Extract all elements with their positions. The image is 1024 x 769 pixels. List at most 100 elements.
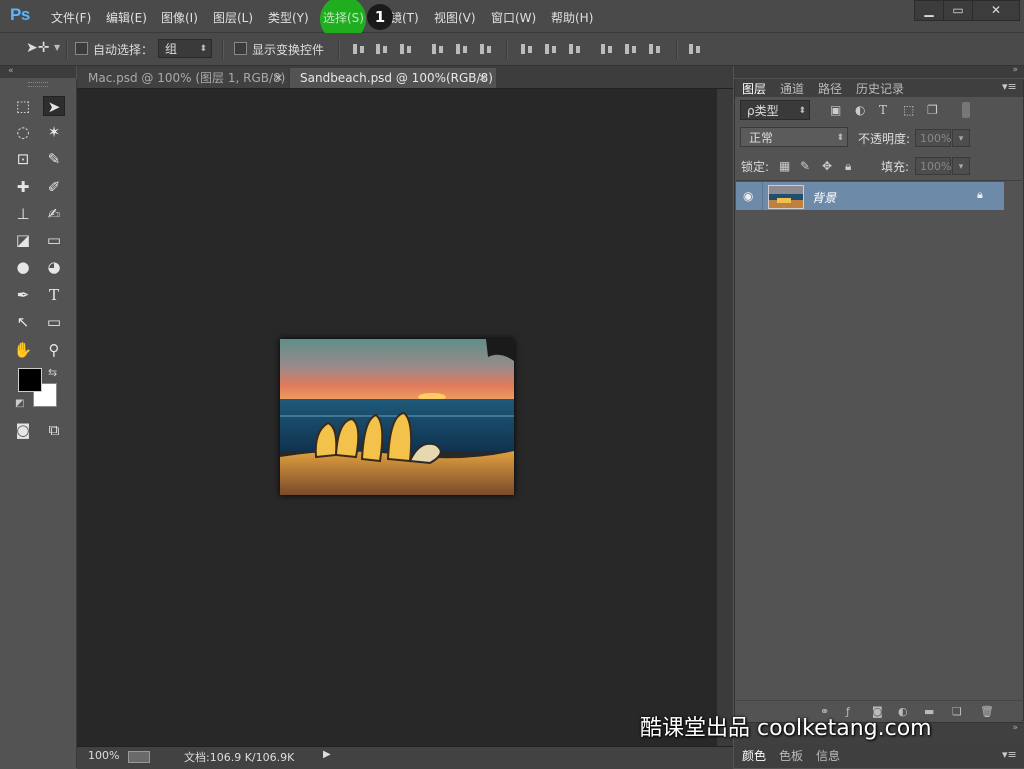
menu-image[interactable]: 图像(I) (161, 9, 198, 26)
magic-wand-icon[interactable]: ✶ (43, 122, 65, 142)
distribute-vcenter-icon[interactable] (544, 43, 558, 55)
vertical-scrollbar[interactable] (717, 89, 733, 746)
brush-icon[interactable]: ✐ (43, 177, 65, 197)
align-right-icon[interactable] (479, 43, 493, 55)
align-top-icon[interactable] (352, 43, 366, 55)
tab-paths[interactable]: 路径 (818, 80, 842, 97)
toolbar-header[interactable]: « (0, 66, 76, 78)
auto-select-dropdown[interactable]: 组 ⬍ (158, 39, 212, 58)
delete-layer-icon[interactable]: 🗑︎ (980, 705, 994, 718)
dodge-icon[interactable]: ◕ (43, 257, 65, 277)
lock-all-icon[interactable]: 🔒︎ (845, 159, 851, 174)
filter-type-icon[interactable]: T (879, 103, 887, 117)
document-image[interactable] (280, 339, 514, 495)
new-layer-icon[interactable]: ❏ (952, 705, 962, 718)
zoom-level[interactable]: 100% (88, 749, 119, 762)
tab-layers[interactable]: 图层 (742, 80, 766, 97)
menu-window[interactable]: 窗口(W) (491, 9, 536, 26)
expand-icon[interactable]: » (1012, 723, 1018, 733)
expand-icon[interactable]: » (1012, 65, 1018, 75)
path-selection-icon[interactable]: ↖ (12, 312, 34, 332)
minimize-button[interactable]: ▁ (914, 0, 944, 21)
layer-thumbnail[interactable] (768, 185, 804, 209)
menu-type[interactable]: 类型(Y) (268, 9, 309, 26)
move-icon[interactable]: ➤ (43, 96, 65, 116)
screen-mode-icon[interactable]: ⧉ (43, 420, 65, 440)
type-icon[interactable]: T (43, 285, 65, 305)
menu-view[interactable]: 视图(V) (434, 9, 476, 26)
panel-dock-header[interactable]: » (734, 65, 1024, 78)
blur-icon[interactable]: ● (12, 257, 34, 277)
tab-color[interactable]: 颜色 (742, 747, 766, 764)
panel-menu-icon[interactable]: ▾≡ (1002, 80, 1017, 93)
auto-align-icon[interactable] (688, 43, 702, 55)
menu-file[interactable]: 文件(F) (51, 9, 91, 26)
tab-channels[interactable]: 通道 (780, 80, 804, 97)
blend-mode-dropdown[interactable]: 正常 ⬍ (740, 127, 848, 147)
eyedropper-icon[interactable]: ✎ (43, 149, 65, 169)
grip-icon[interactable] (28, 82, 48, 87)
eraser-icon[interactable]: ◪ (12, 230, 34, 250)
history-brush-icon[interactable]: ✍ (43, 204, 65, 224)
rectangle-icon[interactable]: ▭ (43, 312, 65, 332)
panel-menu-icon[interactable]: ▾≡ (1002, 748, 1017, 761)
close-icon[interactable]: × (478, 68, 487, 88)
status-preview-icon[interactable] (128, 751, 150, 763)
pen-icon[interactable]: ✒ (12, 285, 34, 305)
lock-position-icon[interactable]: ✥ (822, 159, 832, 173)
distribute-right-icon[interactable] (648, 43, 662, 55)
filter-pixel-icon[interactable]: ▣ (830, 103, 841, 117)
clone-stamp-icon[interactable]: ⊥ (12, 204, 34, 224)
healing-brush-icon[interactable]: ✚ (12, 177, 34, 197)
distribute-left-icon[interactable] (600, 43, 614, 55)
opacity-field[interactable]: 100% (915, 129, 951, 147)
fill-field[interactable]: 100% (915, 157, 951, 175)
quick-mask-icon[interactable]: ◙ (12, 420, 34, 440)
filter-adjustment-icon[interactable]: ◐ (855, 103, 865, 117)
filter-toggle[interactable] (962, 102, 970, 118)
close-icon[interactable]: × (274, 68, 283, 88)
lock-pixels-icon[interactable]: ✎ (800, 159, 810, 173)
layer-kind-filter[interactable]: ρ类型 ⬍ (740, 100, 810, 120)
layer-name[interactable]: 背景 (812, 189, 836, 206)
marquee-icon[interactable]: ⬚ (12, 96, 34, 116)
lock-transparent-icon[interactable]: ▦ (779, 159, 790, 173)
crop-icon[interactable]: ⊡ (12, 149, 34, 169)
collapse-icon[interactable]: « (8, 66, 14, 76)
distribute-top-icon[interactable] (520, 43, 534, 55)
lasso-icon[interactable]: ◌ (12, 122, 34, 142)
default-colors-icon[interactable]: ◩ (15, 398, 24, 409)
status-menu-arrow-icon[interactable]: ▶ (323, 749, 331, 760)
tab-swatches[interactable]: 色板 (779, 747, 803, 764)
tab-info[interactable]: 信息 (816, 747, 840, 764)
swap-colors-icon[interactable]: ⇆ (48, 366, 57, 379)
fill-dropdown-button[interactable]: ▾ (952, 157, 970, 175)
filter-shape-icon[interactable]: ⬚ (903, 103, 914, 117)
align-hcenter-icon[interactable] (455, 43, 469, 55)
tab-sandbeach-psd[interactable]: Sandbeach.psd @ 100%(RGB/8) × (290, 68, 496, 88)
align-left-icon[interactable] (431, 43, 445, 55)
gradient-icon[interactable]: ▭ (43, 230, 65, 250)
menu-edit[interactable]: 编辑(E) (106, 9, 147, 26)
menu-select[interactable]: 选择(S) (323, 9, 364, 26)
distribute-bottom-icon[interactable] (568, 43, 582, 55)
distribute-hcenter-icon[interactable] (624, 43, 638, 55)
visibility-eye-icon[interactable]: ◉ (743, 189, 753, 203)
close-button[interactable]: ✕ (972, 0, 1020, 21)
chevron-down-icon[interactable]: ▼ (54, 43, 60, 52)
align-bottom-icon[interactable] (399, 43, 413, 55)
tab-mac-psd[interactable]: Mac.psd @ 100% (图层 1, RGB/8) × (78, 68, 288, 88)
filter-smart-object-icon[interactable]: ❐ (927, 103, 938, 117)
show-transform-checkbox[interactable] (234, 42, 247, 55)
foreground-color-swatch[interactable] (18, 368, 42, 392)
align-vcenter-icon[interactable] (375, 43, 389, 55)
restore-button[interactable]: ▭ (943, 0, 973, 21)
move-tool-preset-icon[interactable]: ➤✛ (26, 40, 49, 56)
menu-help[interactable]: 帮助(H) (551, 9, 593, 26)
opacity-dropdown-button[interactable]: ▾ (952, 129, 970, 147)
zoom-icon[interactable]: ⚲ (43, 340, 65, 360)
hand-icon[interactable]: ✋ (12, 340, 34, 360)
auto-select-checkbox[interactable] (75, 42, 88, 55)
menu-layer[interactable]: 图层(L) (213, 9, 253, 26)
tab-history[interactable]: 历史记录 (856, 80, 904, 97)
